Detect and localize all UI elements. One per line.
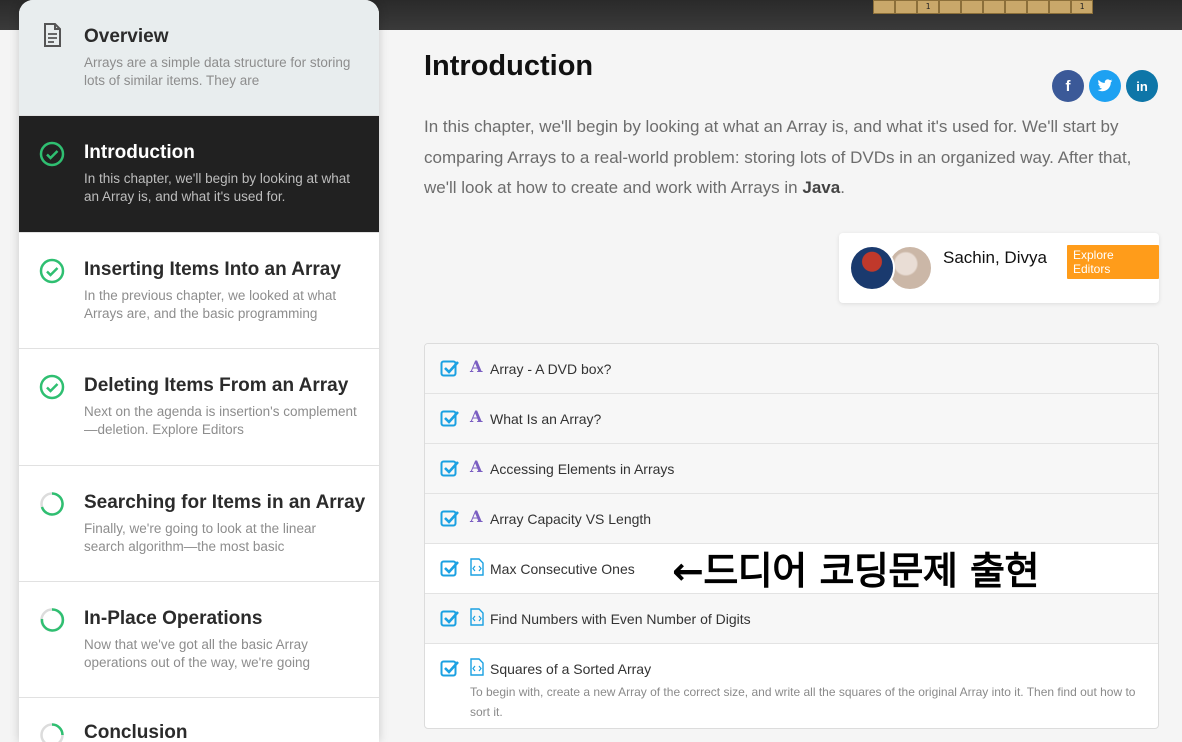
chapter-desc: Next on the agenda is insertion's comple… (84, 404, 357, 437)
list-item[interactable]: Squares of a Sorted Array To begin with,… (425, 644, 1158, 728)
chapter-title: Overview (84, 26, 169, 47)
chapter-deleting[interactable]: Deleting Items From an Array Next on the… (19, 349, 379, 466)
banner-grid-cell (1005, 0, 1027, 14)
chapter-conclusion[interactable]: Conclusion (19, 698, 379, 742)
page-title: Introduction (424, 50, 594, 82)
item-label: Find Numbers with Even Number of Digits (490, 611, 751, 627)
article-icon: A (470, 457, 483, 476)
banner-grid: 1 1 (873, 0, 1093, 14)
item-label: Array Capacity VS Length (490, 511, 652, 527)
banner-grid-cell (961, 0, 983, 14)
banner-grid-cell (1049, 0, 1071, 14)
chapter-title: Introduction (84, 142, 195, 163)
intro-end: . (840, 178, 845, 197)
progress-ring-icon (40, 723, 64, 742)
completed-check-icon (39, 374, 65, 400)
checkbox-checked-icon[interactable] (440, 458, 460, 478)
checkbox-checked-icon[interactable] (440, 508, 460, 528)
banner-grid-cell (1027, 0, 1049, 14)
linkedin-share-button[interactable]: in (1126, 70, 1158, 102)
chapter-desc: Finally, we're going to look at the line… (84, 521, 316, 554)
explore-editors-button[interactable]: Explore Editors (1067, 245, 1159, 279)
banner-grid-cell: 1 (1071, 0, 1093, 14)
linkedin-icon: in (1136, 78, 1148, 94)
banner-grid-cell (895, 0, 917, 14)
article-icon: A (470, 507, 483, 526)
item-description: To begin with, create a new Array of the… (470, 685, 1136, 719)
twitter-share-button[interactable] (1089, 70, 1121, 102)
banner-grid-cell (939, 0, 961, 14)
editors-card: Sachin, Divya Explore Editors (839, 233, 1159, 303)
facebook-share-button[interactable]: f (1052, 70, 1084, 102)
completed-check-icon (39, 141, 65, 167)
banner-grid-cell: 1 (917, 0, 939, 14)
chapter-intro-text: In this chapter, we'll begin by looking … (424, 112, 1154, 204)
code-file-icon (470, 658, 484, 676)
document-icon (44, 23, 61, 47)
chapter-overview[interactable]: Overview Arrays are a simple data struct… (19, 0, 379, 116)
handwritten-annotation: ←드디어 코딩문제 출현 (672, 549, 1039, 593)
chapter-desc: Now that we've got all the basic Array o… (84, 637, 310, 670)
twitter-icon (1097, 79, 1113, 92)
checkbox-checked-icon[interactable] (440, 358, 460, 378)
chapter-introduction[interactable]: Introduction In this chapter, we'll begi… (19, 116, 379, 233)
banner-grid-cell (873, 0, 895, 14)
avatar (849, 245, 895, 291)
chapter-desc: Arrays are a simple data structure for s… (84, 55, 351, 88)
chapter-title: In-Place Operations (84, 608, 263, 629)
chapter-desc: In the previous chapter, we looked at wh… (84, 288, 337, 321)
list-item[interactable]: Find Numbers with Even Number of Digits (425, 594, 1158, 644)
intro-text: In this chapter, we'll begin by looking … (424, 117, 1132, 197)
item-label: Accessing Elements in Arrays (490, 461, 675, 477)
chapter-title: Conclusion (84, 722, 188, 742)
completed-check-icon (39, 258, 65, 284)
progress-ring-icon (40, 492, 64, 516)
code-file-icon (470, 558, 484, 576)
chapter-in-place[interactable]: In-Place Operations Now that we've got a… (19, 582, 379, 698)
article-icon: A (470, 357, 483, 376)
item-label: Max Consecutive Ones (490, 561, 635, 577)
article-icon: A (470, 407, 483, 426)
list-item[interactable]: A Array - A DVD box? (425, 344, 1158, 394)
banner-grid-cell (983, 0, 1005, 14)
chapter-inserting[interactable]: Inserting Items Into an Array In the pre… (19, 233, 379, 349)
item-label: Squares of a Sorted Array (490, 661, 652, 677)
editor-names: Sachin, Divya (943, 248, 1047, 267)
chapter-searching[interactable]: Searching for Items in an Array Finally,… (19, 466, 379, 582)
chapter-items-list: A Array - A DVD box? A What Is an Array?… (424, 343, 1159, 729)
list-item[interactable]: A Array Capacity VS Length (425, 494, 1158, 544)
code-file-icon (470, 608, 484, 626)
list-item[interactable]: A What Is an Array? (425, 394, 1158, 444)
item-label: Array - A DVD box? (490, 361, 612, 377)
intro-language: Java (802, 178, 841, 197)
chapter-sidebar: Overview Arrays are a simple data struct… (19, 0, 379, 742)
checkbox-checked-icon[interactable] (440, 608, 460, 628)
facebook-icon: f (1065, 77, 1071, 95)
chapter-title: Deleting Items From an Array (84, 375, 349, 396)
checkbox-checked-icon[interactable] (440, 408, 460, 428)
item-label: What Is an Array? (490, 411, 602, 427)
chapter-title: Searching for Items in an Array (84, 492, 366, 513)
progress-ring-icon (40, 608, 65, 632)
chapter-desc: In this chapter, we'll begin by looking … (84, 171, 350, 204)
list-item[interactable]: A Accessing Elements in Arrays (425, 444, 1158, 494)
checkbox-checked-icon[interactable] (440, 658, 460, 678)
checkbox-checked-icon[interactable] (440, 558, 460, 578)
chapter-title: Inserting Items Into an Array (84, 259, 341, 280)
